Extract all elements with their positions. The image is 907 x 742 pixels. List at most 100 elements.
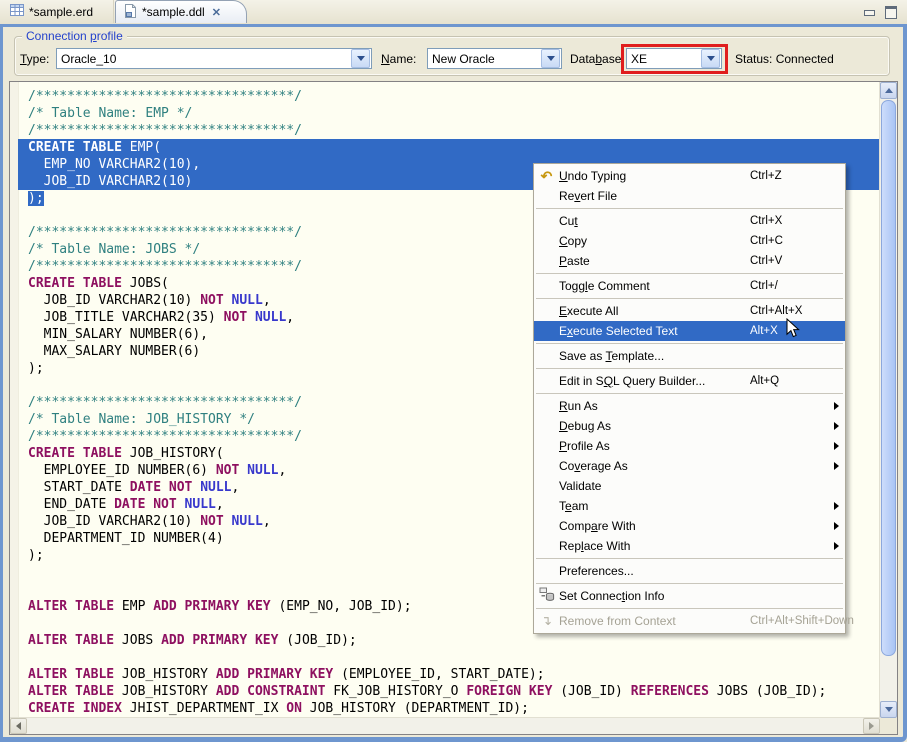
menu-item-execute-all[interactable]: Execute All Ctrl+Alt+X: [534, 301, 845, 321]
menu-item-label: Paste: [559, 254, 590, 268]
menu-item-coverage-as[interactable]: Coverage As: [534, 456, 845, 476]
database-label: Database:: [570, 52, 625, 66]
menu-separator: [536, 393, 843, 394]
status-label: Status:: [735, 52, 772, 66]
menu-item-undo-typing[interactable]: ↶Undo TypingCtrl+Z: [534, 166, 845, 186]
tab-label: *sample.ddl: [142, 5, 205, 19]
menu-separator: [536, 208, 843, 209]
menu-item-label: Preferences...: [559, 564, 634, 578]
menu-item-shortcut: Ctrl+V: [750, 255, 782, 267]
code-line: ALTER TABLE JOB_HISTORY ADD CONSTRAINT F…: [18, 683, 880, 700]
menu-item-remove-from-context: ↴Remove from ContextCtrl+Alt+Shift+Down: [534, 611, 845, 631]
code-line: [18, 649, 880, 666]
menu-item-label: Set Connection Info: [559, 589, 664, 603]
menu-item-execute-selected-text[interactable]: Execute Selected TextAlt+X: [534, 321, 845, 341]
menu-item-run-as[interactable]: Run As: [534, 396, 845, 416]
menu-item-label: Edit in SQL Query Builder...: [559, 374, 705, 388]
code-line: ALTER TABLE JOBS ADD PRIMARY KEY (JOB_ID…: [18, 632, 880, 649]
status-value: Connected: [776, 52, 834, 66]
editor-window: *sample.erd *sample.ddl ✕ Connection pro…: [0, 0, 907, 742]
horizontal-scrollbar[interactable]: [10, 717, 880, 734]
code-line: /*********************************/: [18, 88, 880, 105]
menu-item-paste[interactable]: Paste Ctrl+V: [534, 251, 845, 271]
code-line: ALTER TABLE JOB_HISTORY ADD PRIMARY KEY …: [18, 666, 880, 683]
menu-item-label: Replace With: [559, 539, 630, 553]
menu-item-label: Execute All: [559, 304, 618, 318]
remove-context-icon: ↴: [534, 613, 559, 629]
code-line: CREATE TABLE EMP(: [18, 139, 880, 156]
menu-item-save-as-template[interactable]: Save as Template...: [534, 346, 845, 366]
menu-item-label: Execute Selected Text: [559, 324, 678, 338]
menu-item-label: Revert File: [559, 189, 617, 203]
scroll-down-icon[interactable]: [880, 701, 897, 718]
menu-item-copy[interactable]: Copy Ctrl+C: [534, 231, 845, 251]
menu-item-label: Remove from Context: [559, 614, 676, 628]
database-dropdown-value: XE: [627, 52, 700, 66]
menu-item-label: Toggle Comment: [559, 279, 650, 293]
menu-item-shortcut: Alt+Q: [750, 375, 779, 387]
menu-item-team[interactable]: Team: [534, 496, 845, 516]
dropdown-arrow-icon[interactable]: [701, 49, 720, 68]
menu-item-edit-in-sql-query-builder[interactable]: Edit in SQL Query Builder... Alt+Q: [534, 371, 845, 391]
menu-item-cut[interactable]: CutCtrl+X: [534, 211, 845, 231]
menu-separator: [536, 343, 843, 344]
database-dropdown[interactable]: XE: [626, 48, 722, 69]
menu-item-shortcut: Ctrl+/: [750, 280, 778, 292]
submenu-arrow-icon: [834, 462, 839, 470]
type-label: Type:: [20, 52, 49, 66]
submenu-arrow-icon: [834, 422, 839, 430]
menu-item-revert-file[interactable]: Revert File: [534, 186, 845, 206]
menu-item-shortcut: Ctrl+C: [750, 235, 783, 247]
menu-item-label: Profile As: [559, 439, 610, 453]
menu-item-label: Save as Template...: [559, 349, 664, 363]
menu-item-shortcut: Ctrl+Alt+X: [750, 305, 802, 317]
vertical-scrollbar-thumb[interactable]: [881, 100, 896, 656]
tab-sample-erd[interactable]: *sample.erd: [2, 0, 114, 23]
tab-sample-ddl[interactable]: *sample.ddl ✕: [115, 0, 247, 23]
minimize-icon[interactable]: [864, 10, 875, 16]
undo-icon: ↶: [534, 168, 559, 185]
name-dropdown[interactable]: New Oracle: [427, 48, 562, 69]
tab-label: *sample.erd: [29, 5, 93, 19]
submenu-arrow-icon: [834, 442, 839, 450]
menu-separator: [536, 608, 843, 609]
menu-item-label: Debug As: [559, 419, 611, 433]
dropdown-arrow-icon[interactable]: [351, 49, 370, 68]
name-dropdown-value: New Oracle: [428, 52, 540, 66]
scroll-left-icon[interactable]: [10, 718, 27, 734]
editor-tab-bar: *sample.erd *sample.ddl ✕: [0, 0, 907, 24]
maximize-icon[interactable]: [885, 6, 897, 19]
code-line: CREATE INDEX JHIST_DEPARTMENT_IX ON JOB_…: [18, 700, 880, 717]
menu-item-label: Undo Typing: [559, 169, 626, 183]
type-dropdown-value: Oracle_10: [57, 52, 350, 66]
menu-item-validate[interactable]: Validate: [534, 476, 845, 496]
menu-item-profile-as[interactable]: Profile As: [534, 436, 845, 456]
code-line: /*********************************/: [18, 122, 880, 139]
vertical-scrollbar[interactable]: [879, 82, 897, 718]
menu-item-shortcut: Ctrl+X: [750, 215, 782, 227]
submenu-arrow-icon: [834, 542, 839, 550]
menu-item-debug-as[interactable]: Debug As: [534, 416, 845, 436]
menu-separator: [536, 273, 843, 274]
menu-separator: [536, 558, 843, 559]
menu-item-toggle-comment[interactable]: Toggle Comment Ctrl+/: [534, 276, 845, 296]
code-line: /* Table Name: EMP */: [18, 105, 880, 122]
menu-item-compare-with[interactable]: Compare With: [534, 516, 845, 536]
menu-separator: [536, 583, 843, 584]
submenu-arrow-icon: [834, 522, 839, 530]
close-icon[interactable]: ✕: [212, 6, 221, 19]
scroll-up-icon[interactable]: [880, 82, 897, 99]
context-menu: ↶Undo TypingCtrl+ZRevert FileCutCtrl+XCo…: [533, 163, 846, 634]
scroll-right-icon[interactable]: [863, 718, 880, 734]
menu-item-label: Compare With: [559, 519, 636, 533]
dropdown-arrow-icon[interactable]: [541, 49, 560, 68]
status-text: Status: Connected: [735, 52, 834, 66]
menu-item-preferences[interactable]: Preferences...: [534, 561, 845, 581]
menu-item-label: Copy: [559, 234, 587, 248]
menu-item-replace-with[interactable]: Replace With: [534, 536, 845, 556]
menu-item-set-connection-info[interactable]: Set Connection Info: [534, 586, 845, 606]
submenu-arrow-icon: [834, 502, 839, 510]
type-dropdown[interactable]: Oracle_10: [56, 48, 372, 69]
name-label: Name:: [381, 52, 416, 66]
set-connection-info-icon: [534, 586, 559, 606]
